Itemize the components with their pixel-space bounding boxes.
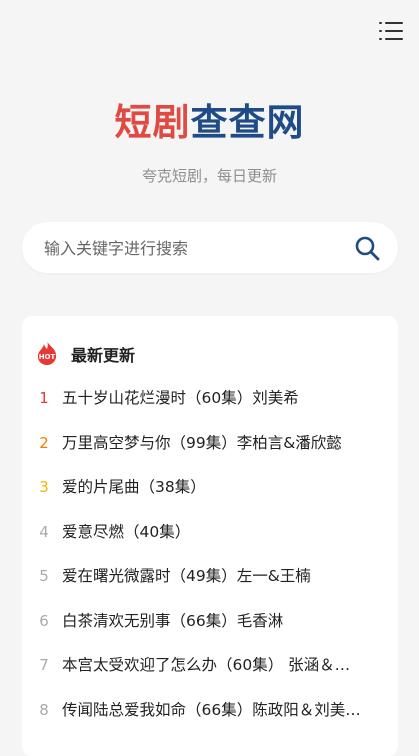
hot-flame-icon: HOT xyxy=(37,341,57,365)
rank-number: 4 xyxy=(39,522,49,541)
rank-number: 5 xyxy=(39,567,49,585)
logo-part-short: 短剧 xyxy=(114,101,191,144)
rank-number: 6 xyxy=(39,611,49,630)
list-item[interactable]: 6 白茶清欢无别事（66集）毛香淋 xyxy=(22,599,398,644)
site-logo[interactable]: 短剧查查网 xyxy=(0,92,419,146)
hot-badge-text: HOT xyxy=(39,353,56,361)
drama-title: 五十岁山花烂漫时（60集）刘美希 xyxy=(62,389,299,407)
drama-title: 爱的片尾曲（38集） xyxy=(62,478,206,496)
menu-button[interactable] xyxy=(379,20,403,42)
latest-updates-panel: HOT 最新更新 1 五十岁山花烂漫时（60集）刘美希 2 万里高空梦与你（99集）李… xyxy=(22,316,398,756)
drama-title: 传闻陆总爱我如命（66集）陈政阳＆刘美… xyxy=(62,700,361,719)
list-item[interactable]: 7 本宫太受欢迎了怎么办（60集） 张涵＆… xyxy=(22,643,398,688)
rank-number: 3 xyxy=(39,478,49,496)
list-item[interactable]: 4 爱意尽燃（40集） xyxy=(22,510,398,555)
drama-title: 白茶清欢无别事（66集）毛香淋 xyxy=(62,611,284,630)
list-item[interactable]: 8 传闻陆总爱我如命（66集）陈政阳＆刘美… xyxy=(22,688,398,733)
list-item[interactable]: 1 五十岁山花烂漫时（60集）刘美希 xyxy=(22,376,398,421)
drama-title: 爱意尽燃（40集） xyxy=(62,522,191,541)
logo-part-site: 查查网 xyxy=(190,101,305,144)
rank-number: 2 xyxy=(39,433,49,452)
search-icon[interactable] xyxy=(354,235,380,261)
panel-title: 最新更新 xyxy=(71,346,136,365)
rank-number: 8 xyxy=(39,700,49,719)
rank-number: 7 xyxy=(39,656,49,674)
tagline: 夸克短剧，每日更新 xyxy=(141,167,277,185)
drama-title: 本宫太受欢迎了怎么办（60集） 张涵＆… xyxy=(62,656,351,674)
list-item[interactable]: 3 爱的片尾曲（38集） xyxy=(22,465,398,510)
list-item[interactable]: 2 万里高空梦与你（99集）李柏言&潘欣懿 xyxy=(22,421,398,466)
search-input[interactable] xyxy=(42,222,346,275)
drama-title: 万里高空梦与你（99集）李柏言&潘欣懿 xyxy=(62,433,342,452)
list-item[interactable]: 5 爱在曙光微露时（49集）左一&王楠 xyxy=(22,554,398,599)
search-bar xyxy=(22,222,398,275)
rank-number: 1 xyxy=(39,389,49,407)
latest-list: 1 五十岁山花烂漫时（60集）刘美希 2 万里高空梦与你（99集）李柏言&潘欣懿 3 爱的… xyxy=(22,376,398,732)
drama-title: 爱在曙光微露时（49集）左一&王楠 xyxy=(62,567,311,585)
